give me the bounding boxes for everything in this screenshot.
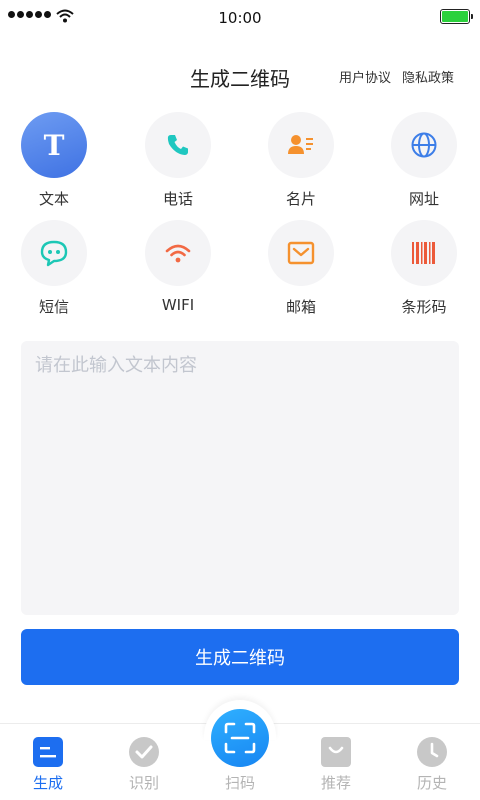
type-label: 文本: [38, 190, 69, 208]
type-label: 条形码: [401, 298, 447, 316]
tab-generate[interactable]: 生成: [0, 736, 96, 793]
type-wifi[interactable]: WIFI: [130, 220, 226, 316]
phone-icon: [167, 135, 188, 155]
header-links: 用户协议 隐私政策: [339, 67, 454, 86]
tab-label: 扫码: [224, 774, 255, 792]
barcode-icon: [412, 242, 435, 264]
type-text-circle[interactable]: T: [21, 112, 87, 178]
type-label: 电话: [162, 190, 193, 208]
generate-qr-button[interactable]: 生成二维码: [21, 629, 459, 685]
text-icon: T: [44, 130, 65, 160]
scan-icon: [224, 722, 256, 754]
clock-icon: [417, 737, 447, 767]
scan-button[interactable]: [211, 709, 269, 767]
tab-recommend[interactable]: 推荐: [288, 736, 384, 793]
type-label: 名片: [285, 190, 316, 208]
tab-label: 推荐: [320, 774, 351, 792]
type-label: 网址: [408, 190, 439, 208]
type-wifi-circle[interactable]: [145, 220, 211, 286]
type-label: 短信: [38, 298, 69, 316]
type-barcode[interactable]: 条形码: [376, 220, 472, 316]
tab-recognize[interactable]: 识别: [96, 736, 192, 793]
status-time: 10:00: [218, 9, 262, 27]
type-url[interactable]: 网址: [376, 112, 472, 208]
type-text[interactable]: T 文本: [6, 112, 102, 208]
tab-label: 历史: [416, 774, 447, 792]
type-barcode-circle[interactable]: [391, 220, 457, 286]
check-icon: [129, 737, 159, 767]
type-mail[interactable]: 邮箱: [253, 220, 349, 316]
type-contact-card-circle[interactable]: [268, 112, 334, 178]
type-url-circle[interactable]: [391, 112, 457, 178]
message-icon: [40, 240, 68, 267]
globe-icon: [411, 132, 437, 158]
generate-icon: [33, 737, 63, 767]
battery-icon: [440, 9, 473, 24]
type-label: WIFI: [161, 296, 195, 314]
type-sms-circle[interactable]: [21, 220, 87, 286]
status-bar: 10:00: [0, 0, 480, 36]
wifi-icon: [165, 244, 191, 263]
type-label: 邮箱: [285, 298, 316, 316]
type-phone[interactable]: 电话: [130, 112, 226, 208]
type-sms[interactable]: 短信: [6, 220, 102, 316]
svg-text:T: T: [44, 130, 65, 160]
text-input[interactable]: [21, 341, 459, 615]
bag-icon: [321, 737, 351, 767]
text-input-area: [21, 341, 459, 615]
tab-history[interactable]: 历史: [384, 736, 480, 793]
type-mail-circle[interactable]: [268, 220, 334, 286]
tab-label: 生成: [32, 774, 63, 792]
type-contact-card[interactable]: 名片: [253, 112, 349, 208]
contact-card-icon: [288, 135, 313, 154]
mail-icon: [287, 241, 315, 265]
type-phone-circle[interactable]: [145, 112, 211, 178]
privacy-policy-link[interactable]: 隐私政策: [402, 67, 454, 86]
user-agreement-link[interactable]: 用户协议: [339, 67, 391, 86]
tab-label: 识别: [128, 774, 159, 792]
